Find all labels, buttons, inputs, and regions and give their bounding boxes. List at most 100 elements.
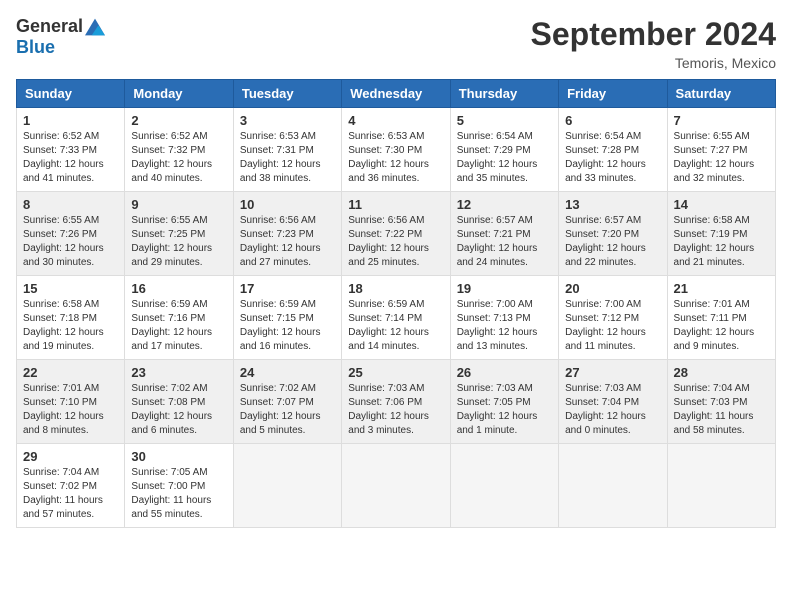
day-number: 26: [457, 365, 552, 380]
day-info: Sunrise: 7:00 AM Sunset: 7:12 PM Dayligh…: [565, 298, 660, 354]
day-info: Sunrise: 6:52 AM Sunset: 7:33 PM Dayligh…: [23, 130, 118, 186]
day-number: 23: [131, 365, 226, 380]
day-info: Sunrise: 6:59 AM Sunset: 7:14 PM Dayligh…: [348, 298, 443, 354]
day-info: Sunrise: 7:02 AM Sunset: 7:07 PM Dayligh…: [240, 382, 335, 438]
day-info: Sunrise: 6:56 AM Sunset: 7:23 PM Dayligh…: [240, 214, 335, 270]
column-header-thursday: Thursday: [450, 80, 558, 108]
calendar-cell: 25 Sunrise: 7:03 AM Sunset: 7:06 PM Dayl…: [342, 360, 450, 444]
day-number: 27: [565, 365, 660, 380]
day-info: Sunrise: 6:59 AM Sunset: 7:16 PM Dayligh…: [131, 298, 226, 354]
day-number: 1: [23, 113, 118, 128]
calendar-cell: 17 Sunrise: 6:59 AM Sunset: 7:15 PM Dayl…: [233, 276, 341, 360]
calendar-cell: 21 Sunrise: 7:01 AM Sunset: 7:11 PM Dayl…: [667, 276, 775, 360]
day-number: 12: [457, 197, 552, 212]
calendar-cell: 24 Sunrise: 7:02 AM Sunset: 7:07 PM Dayl…: [233, 360, 341, 444]
calendar-cell: 5 Sunrise: 6:54 AM Sunset: 7:29 PM Dayli…: [450, 108, 558, 192]
day-info: Sunrise: 6:55 AM Sunset: 7:25 PM Dayligh…: [131, 214, 226, 270]
calendar-cell: 29 Sunrise: 7:04 AM Sunset: 7:02 PM Dayl…: [17, 444, 125, 528]
day-number: 15: [23, 281, 118, 296]
day-info: Sunrise: 7:04 AM Sunset: 7:03 PM Dayligh…: [674, 382, 769, 438]
day-number: 28: [674, 365, 769, 380]
day-number: 13: [565, 197, 660, 212]
calendar-cell: 18 Sunrise: 6:59 AM Sunset: 7:14 PM Dayl…: [342, 276, 450, 360]
logo-blue-text: Blue: [16, 37, 55, 57]
calendar-week-row: 8 Sunrise: 6:55 AM Sunset: 7:26 PM Dayli…: [17, 192, 776, 276]
calendar-cell: 14 Sunrise: 6:58 AM Sunset: 7:19 PM Dayl…: [667, 192, 775, 276]
day-info: Sunrise: 6:55 AM Sunset: 7:26 PM Dayligh…: [23, 214, 118, 270]
column-header-tuesday: Tuesday: [233, 80, 341, 108]
calendar-cell: 28 Sunrise: 7:04 AM Sunset: 7:03 PM Dayl…: [667, 360, 775, 444]
day-info: Sunrise: 6:55 AM Sunset: 7:27 PM Dayligh…: [674, 130, 769, 186]
calendar-cell: 26 Sunrise: 7:03 AM Sunset: 7:05 PM Dayl…: [450, 360, 558, 444]
day-info: Sunrise: 7:03 AM Sunset: 7:04 PM Dayligh…: [565, 382, 660, 438]
column-header-sunday: Sunday: [17, 80, 125, 108]
day-info: Sunrise: 6:57 AM Sunset: 7:20 PM Dayligh…: [565, 214, 660, 270]
calendar-cell: [342, 444, 450, 528]
day-info: Sunrise: 6:58 AM Sunset: 7:19 PM Dayligh…: [674, 214, 769, 270]
day-info: Sunrise: 7:01 AM Sunset: 7:11 PM Dayligh…: [674, 298, 769, 354]
calendar-cell: 7 Sunrise: 6:55 AM Sunset: 7:27 PM Dayli…: [667, 108, 775, 192]
day-info: Sunrise: 6:52 AM Sunset: 7:32 PM Dayligh…: [131, 130, 226, 186]
calendar-cell: 20 Sunrise: 7:00 AM Sunset: 7:12 PM Dayl…: [559, 276, 667, 360]
day-info: Sunrise: 6:53 AM Sunset: 7:30 PM Dayligh…: [348, 130, 443, 186]
day-number: 2: [131, 113, 226, 128]
day-number: 11: [348, 197, 443, 212]
day-info: Sunrise: 7:01 AM Sunset: 7:10 PM Dayligh…: [23, 382, 118, 438]
logo: General Blue: [16, 16, 105, 58]
calendar-cell: 11 Sunrise: 6:56 AM Sunset: 7:22 PM Dayl…: [342, 192, 450, 276]
day-info: Sunrise: 7:05 AM Sunset: 7:00 PM Dayligh…: [131, 466, 226, 522]
calendar-cell: 16 Sunrise: 6:59 AM Sunset: 7:16 PM Dayl…: [125, 276, 233, 360]
day-number: 14: [674, 197, 769, 212]
calendar-cell: 13 Sunrise: 6:57 AM Sunset: 7:20 PM Dayl…: [559, 192, 667, 276]
day-number: 9: [131, 197, 226, 212]
day-number: 16: [131, 281, 226, 296]
calendar-cell: 30 Sunrise: 7:05 AM Sunset: 7:00 PM Dayl…: [125, 444, 233, 528]
calendar-cell: [450, 444, 558, 528]
day-info: Sunrise: 6:53 AM Sunset: 7:31 PM Dayligh…: [240, 130, 335, 186]
day-info: Sunrise: 6:59 AM Sunset: 7:15 PM Dayligh…: [240, 298, 335, 354]
column-header-saturday: Saturday: [667, 80, 775, 108]
day-info: Sunrise: 7:00 AM Sunset: 7:13 PM Dayligh…: [457, 298, 552, 354]
day-info: Sunrise: 7:03 AM Sunset: 7:06 PM Dayligh…: [348, 382, 443, 438]
calendar-header-row: SundayMondayTuesdayWednesdayThursdayFrid…: [17, 80, 776, 108]
calendar-cell: 1 Sunrise: 6:52 AM Sunset: 7:33 PM Dayli…: [17, 108, 125, 192]
day-info: Sunrise: 7:02 AM Sunset: 7:08 PM Dayligh…: [131, 382, 226, 438]
day-number: 25: [348, 365, 443, 380]
day-info: Sunrise: 6:54 AM Sunset: 7:29 PM Dayligh…: [457, 130, 552, 186]
day-number: 21: [674, 281, 769, 296]
calendar-cell: 27 Sunrise: 7:03 AM Sunset: 7:04 PM Dayl…: [559, 360, 667, 444]
column-header-monday: Monday: [125, 80, 233, 108]
calendar-cell: [559, 444, 667, 528]
calendar-cell: [667, 444, 775, 528]
calendar-cell: 9 Sunrise: 6:55 AM Sunset: 7:25 PM Dayli…: [125, 192, 233, 276]
day-number: 24: [240, 365, 335, 380]
column-header-wednesday: Wednesday: [342, 80, 450, 108]
location: Temoris, Mexico: [531, 55, 776, 71]
day-number: 5: [457, 113, 552, 128]
day-info: Sunrise: 6:54 AM Sunset: 7:28 PM Dayligh…: [565, 130, 660, 186]
calendar-cell: 15 Sunrise: 6:58 AM Sunset: 7:18 PM Dayl…: [17, 276, 125, 360]
calendar-cell: 12 Sunrise: 6:57 AM Sunset: 7:21 PM Dayl…: [450, 192, 558, 276]
day-number: 7: [674, 113, 769, 128]
day-number: 17: [240, 281, 335, 296]
calendar-cell: 23 Sunrise: 7:02 AM Sunset: 7:08 PM Dayl…: [125, 360, 233, 444]
calendar-table: SundayMondayTuesdayWednesdayThursdayFrid…: [16, 79, 776, 528]
title-block: September 2024 Temoris, Mexico: [531, 16, 776, 71]
calendar-cell: 19 Sunrise: 7:00 AM Sunset: 7:13 PM Dayl…: [450, 276, 558, 360]
calendar-cell: 3 Sunrise: 6:53 AM Sunset: 7:31 PM Dayli…: [233, 108, 341, 192]
day-number: 22: [23, 365, 118, 380]
calendar-week-row: 15 Sunrise: 6:58 AM Sunset: 7:18 PM Dayl…: [17, 276, 776, 360]
day-number: 20: [565, 281, 660, 296]
day-number: 10: [240, 197, 335, 212]
calendar-cell: 8 Sunrise: 6:55 AM Sunset: 7:26 PM Dayli…: [17, 192, 125, 276]
day-number: 29: [23, 449, 118, 464]
calendar-week-row: 29 Sunrise: 7:04 AM Sunset: 7:02 PM Dayl…: [17, 444, 776, 528]
calendar-cell: 4 Sunrise: 6:53 AM Sunset: 7:30 PM Dayli…: [342, 108, 450, 192]
column-header-friday: Friday: [559, 80, 667, 108]
day-number: 19: [457, 281, 552, 296]
calendar-week-row: 1 Sunrise: 6:52 AM Sunset: 7:33 PM Dayli…: [17, 108, 776, 192]
calendar-cell: 22 Sunrise: 7:01 AM Sunset: 7:10 PM Dayl…: [17, 360, 125, 444]
day-number: 4: [348, 113, 443, 128]
calendar-cell: 10 Sunrise: 6:56 AM Sunset: 7:23 PM Dayl…: [233, 192, 341, 276]
page-header: General Blue September 2024 Temoris, Mex…: [16, 16, 776, 71]
